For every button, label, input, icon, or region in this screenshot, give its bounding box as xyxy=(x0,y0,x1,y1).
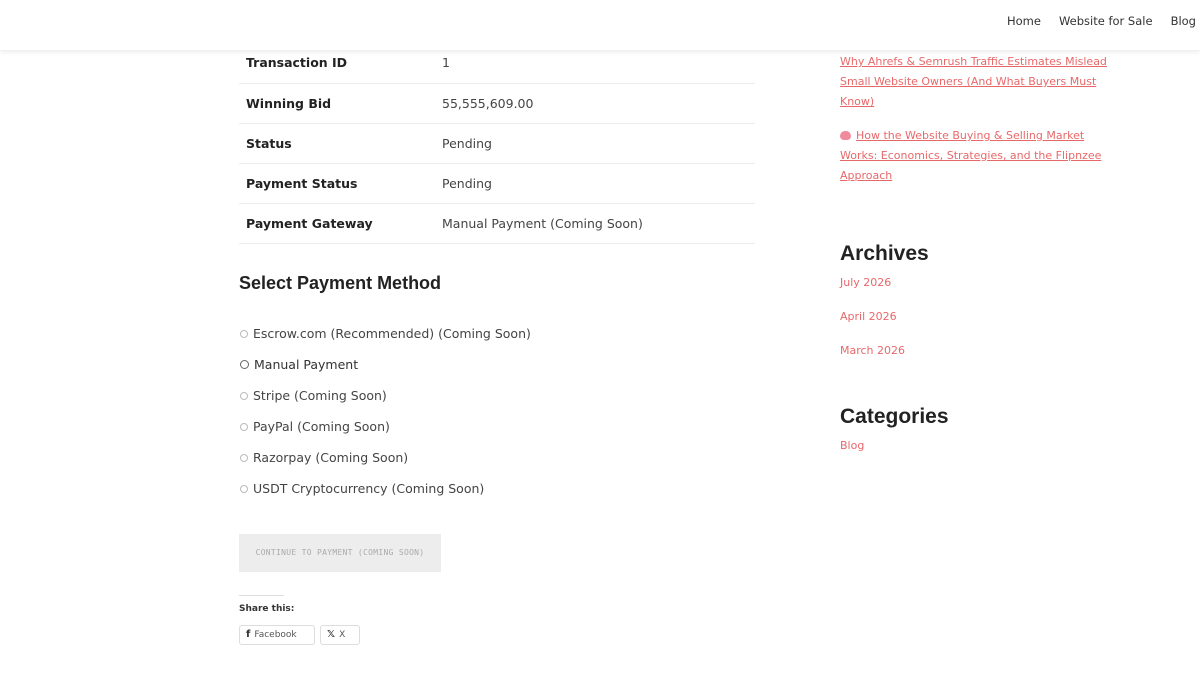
nav-home[interactable]: Home xyxy=(1007,13,1041,29)
radio-button[interactable] xyxy=(240,484,248,493)
share-facebook-button[interactable]: f Facebook xyxy=(239,624,315,645)
row-value: Pending xyxy=(442,123,755,164)
share-title: Share this: xyxy=(239,603,295,614)
row-label: Payment Gateway xyxy=(239,203,442,244)
recent-posts: Why Ahrefs & Semrush Traffic Estimates M… xyxy=(840,52,1110,186)
radio-button[interactable] xyxy=(240,391,248,400)
brain-icon xyxy=(840,131,851,140)
site-header: Home Website for Sale Blog T xyxy=(0,0,1200,51)
table-row: Winning Bid 55,555,609.00 xyxy=(239,83,755,124)
share-divider xyxy=(239,594,284,596)
row-value: 55,555,609.00 xyxy=(442,83,755,124)
archives-list: July 2026 April 2026 March 2026 xyxy=(840,276,1110,358)
facebook-icon: f xyxy=(246,629,251,640)
share-facebook-label: Facebook xyxy=(254,629,297,640)
table-row: Payment Gateway Manual Payment (Coming S… xyxy=(239,203,755,244)
row-label: Winning Bid xyxy=(239,83,442,124)
radio-button[interactable] xyxy=(240,360,249,369)
recent-post-title: Why Ahrefs & Semrush Traffic Estimates M… xyxy=(840,55,1107,108)
archive-link[interactable]: July 2026 xyxy=(840,276,1110,290)
payment-option-label: USDT Cryptocurrency (Coming Soon) xyxy=(253,481,485,496)
recent-post-title: How the Website Buying & Selling Market … xyxy=(840,129,1102,182)
row-label: Status xyxy=(239,123,442,164)
categories-title: Categories xyxy=(840,405,949,428)
payment-option-usdt[interactable]: USDT Cryptocurrency (Coming Soon) xyxy=(239,467,755,511)
x-icon: 𝕏 xyxy=(327,629,336,640)
radio-button[interactable] xyxy=(240,329,248,338)
archives-widget: Archives July 2026 April 2026 March 2026 xyxy=(840,242,1110,358)
table-row: Payment Status Pending xyxy=(239,163,755,204)
share-x-label: X xyxy=(339,629,346,640)
payment-option-label: Razorpay (Coming Soon) xyxy=(253,450,409,465)
transaction-table: Transaction ID 1 Winning Bid 55,555,609.… xyxy=(239,43,755,244)
share-buttons: f Facebook 𝕏 X xyxy=(239,624,755,645)
payment-option-label: Manual Payment xyxy=(254,357,359,372)
categories-list: Blog xyxy=(840,439,1110,453)
row-value: Manual Payment (Coming Soon) xyxy=(442,203,755,244)
payment-option-label: Stripe (Coming Soon) xyxy=(253,388,387,403)
radio-button[interactable] xyxy=(240,422,248,431)
payment-method-title: Select Payment Method xyxy=(239,272,442,293)
main-nav: Home Website for Sale Blog T xyxy=(1007,13,1200,29)
table-row: Status Pending xyxy=(239,123,755,164)
row-label: Payment Status xyxy=(239,163,442,204)
nav-website-for-sale[interactable]: Website for Sale xyxy=(1059,13,1153,29)
row-value: Pending xyxy=(442,163,755,204)
archives-title: Archives xyxy=(840,242,929,265)
radio-button[interactable] xyxy=(240,453,248,462)
nav-blog[interactable]: Blog xyxy=(1171,13,1196,29)
main-content: Transaction ID 1 Winning Bid 55,555,609.… xyxy=(239,43,755,645)
payment-method-list: Escrow.com (Recommended) (Coming Soon) M… xyxy=(239,312,755,511)
archive-link[interactable]: March 2026 xyxy=(840,344,1110,358)
recent-post-link[interactable]: How the Website Buying & Selling Market … xyxy=(840,126,1110,186)
categories-widget: Categories Blog xyxy=(840,405,1110,453)
payment-option-label: Escrow.com (Recommended) (Coming Soon) xyxy=(253,326,531,341)
payment-option-label: PayPal (Coming Soon) xyxy=(253,419,390,434)
sidebar: Why Ahrefs & Semrush Traffic Estimates M… xyxy=(840,52,1110,473)
recent-post-link[interactable]: Why Ahrefs & Semrush Traffic Estimates M… xyxy=(840,52,1110,112)
share-x-button[interactable]: 𝕏 X xyxy=(320,624,360,645)
continue-to-payment-button[interactable]: CONTINUE TO PAYMENT (COMING SOON) xyxy=(239,533,441,572)
archive-link[interactable]: April 2026 xyxy=(840,310,1110,324)
category-link[interactable]: Blog xyxy=(840,439,1110,453)
